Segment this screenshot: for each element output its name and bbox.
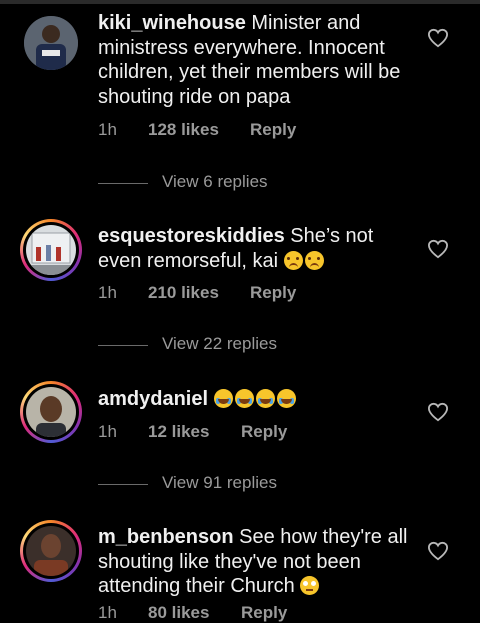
comment-text: kiki_winehouse Minister and ministress e…	[98, 11, 410, 109]
comment-likes[interactable]: 210 likes	[148, 283, 219, 303]
avatar[interactable]	[20, 520, 82, 582]
replies-divider	[98, 345, 148, 346]
view-replies-label[interactable]: View 22 replies	[162, 334, 277, 354]
person-portrait-icon	[26, 387, 76, 437]
comment-username[interactable]: amdydaniel	[98, 388, 208, 410]
avatar-image	[26, 225, 76, 275]
comment-text: esquestoreskiddies She’s not even remors…	[98, 224, 410, 273]
heart-outline-icon[interactable]	[427, 402, 449, 422]
comment-likes[interactable]: 128 likes	[148, 120, 219, 140]
avatar[interactable]	[20, 12, 82, 74]
eye-roll-face-icon	[300, 576, 320, 595]
comment-text: amdydaniel	[98, 387, 410, 412]
avatar-image	[24, 16, 78, 70]
top-divider	[0, 0, 480, 4]
comment-time: 1h	[98, 283, 117, 302]
laughing-face-icon	[213, 389, 233, 408]
comment-username[interactable]: esquestoreskiddies	[98, 225, 285, 247]
comment-text: m_benbenson See how they're all shouting…	[98, 525, 410, 599]
reply-button[interactable]: Reply	[250, 120, 296, 140]
heart-outline-icon[interactable]	[427, 239, 449, 259]
avatar[interactable]	[20, 381, 82, 443]
avatar-image	[26, 526, 76, 576]
avatar-image	[26, 387, 76, 437]
heart-outline-icon[interactable]	[427, 28, 449, 48]
heart-outline-icon[interactable]	[427, 541, 449, 561]
view-replies-label[interactable]: View 91 replies	[162, 473, 277, 493]
view-replies-label[interactable]: View 6 replies	[162, 172, 268, 192]
comment-username[interactable]: m_benbenson	[98, 526, 234, 548]
person-portrait-icon	[26, 526, 76, 576]
person-silhouette-icon	[24, 16, 78, 70]
comment-time: 1h	[98, 422, 117, 441]
reply-button[interactable]: Reply	[241, 603, 287, 623]
replies-divider	[98, 484, 148, 485]
laughing-face-icon	[234, 389, 254, 408]
laughing-face-icon	[276, 389, 296, 408]
comment-username[interactable]: kiki_winehouse	[98, 12, 246, 34]
crying-face-icon	[283, 250, 303, 270]
comment-time: 1h	[98, 603, 117, 622]
comment-time: 1h	[98, 120, 117, 139]
avatar[interactable]	[20, 219, 82, 281]
comment-likes[interactable]: 80 likes	[148, 603, 209, 623]
crying-face-icon	[304, 250, 324, 270]
reply-button[interactable]: Reply	[250, 283, 296, 303]
reply-button[interactable]: Reply	[241, 422, 287, 442]
comment-likes[interactable]: 12 likes	[148, 422, 209, 442]
replies-divider	[98, 183, 148, 184]
laughing-face-icon	[255, 389, 275, 408]
store-photo-icon	[26, 225, 76, 275]
